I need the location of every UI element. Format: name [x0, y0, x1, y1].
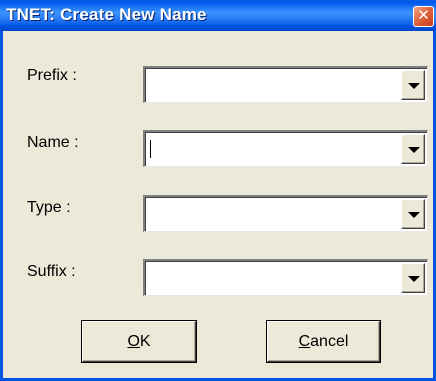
suffix-dropdown-button[interactable]: [401, 263, 425, 293]
ok-accelerator: O: [127, 333, 140, 350]
type-input[interactable]: [149, 203, 397, 225]
name-dropdown-button[interactable]: [401, 134, 425, 164]
title-bar[interactable]: TNET: Create New Name ✕: [0, 0, 436, 31]
prefix-dropdown-button[interactable]: [401, 70, 425, 100]
suffix-label: Suffix :: [27, 263, 76, 280]
name-label: Name :: [27, 134, 79, 151]
cancel-button[interactable]: Cancel: [267, 321, 380, 362]
text-cursor: [150, 140, 151, 158]
chevron-down-icon: [408, 83, 420, 89]
window-title: TNET: Create New Name: [6, 5, 207, 24]
chevron-down-icon: [408, 147, 420, 153]
name-combobox[interactable]: [143, 130, 428, 167]
cancel-label: ancel: [310, 333, 349, 350]
prefix-combobox[interactable]: [143, 66, 428, 103]
close-icon: ✕: [417, 7, 430, 24]
suffix-input[interactable]: [149, 267, 397, 289]
close-button[interactable]: ✕: [413, 6, 434, 27]
name-input[interactable]: [149, 138, 397, 160]
suffix-combobox[interactable]: [143, 259, 428, 296]
prefix-label: Prefix :: [27, 67, 77, 84]
cancel-accelerator: C: [298, 333, 311, 350]
ok-button[interactable]: OK: [82, 321, 196, 362]
type-dropdown-button[interactable]: [401, 199, 425, 229]
type-label: Type :: [27, 199, 71, 216]
chevron-down-icon: [408, 276, 420, 282]
type-combobox[interactable]: [143, 195, 428, 232]
chevron-down-icon: [408, 212, 420, 218]
prefix-input[interactable]: [149, 74, 397, 96]
ok-label: K: [139, 333, 151, 350]
